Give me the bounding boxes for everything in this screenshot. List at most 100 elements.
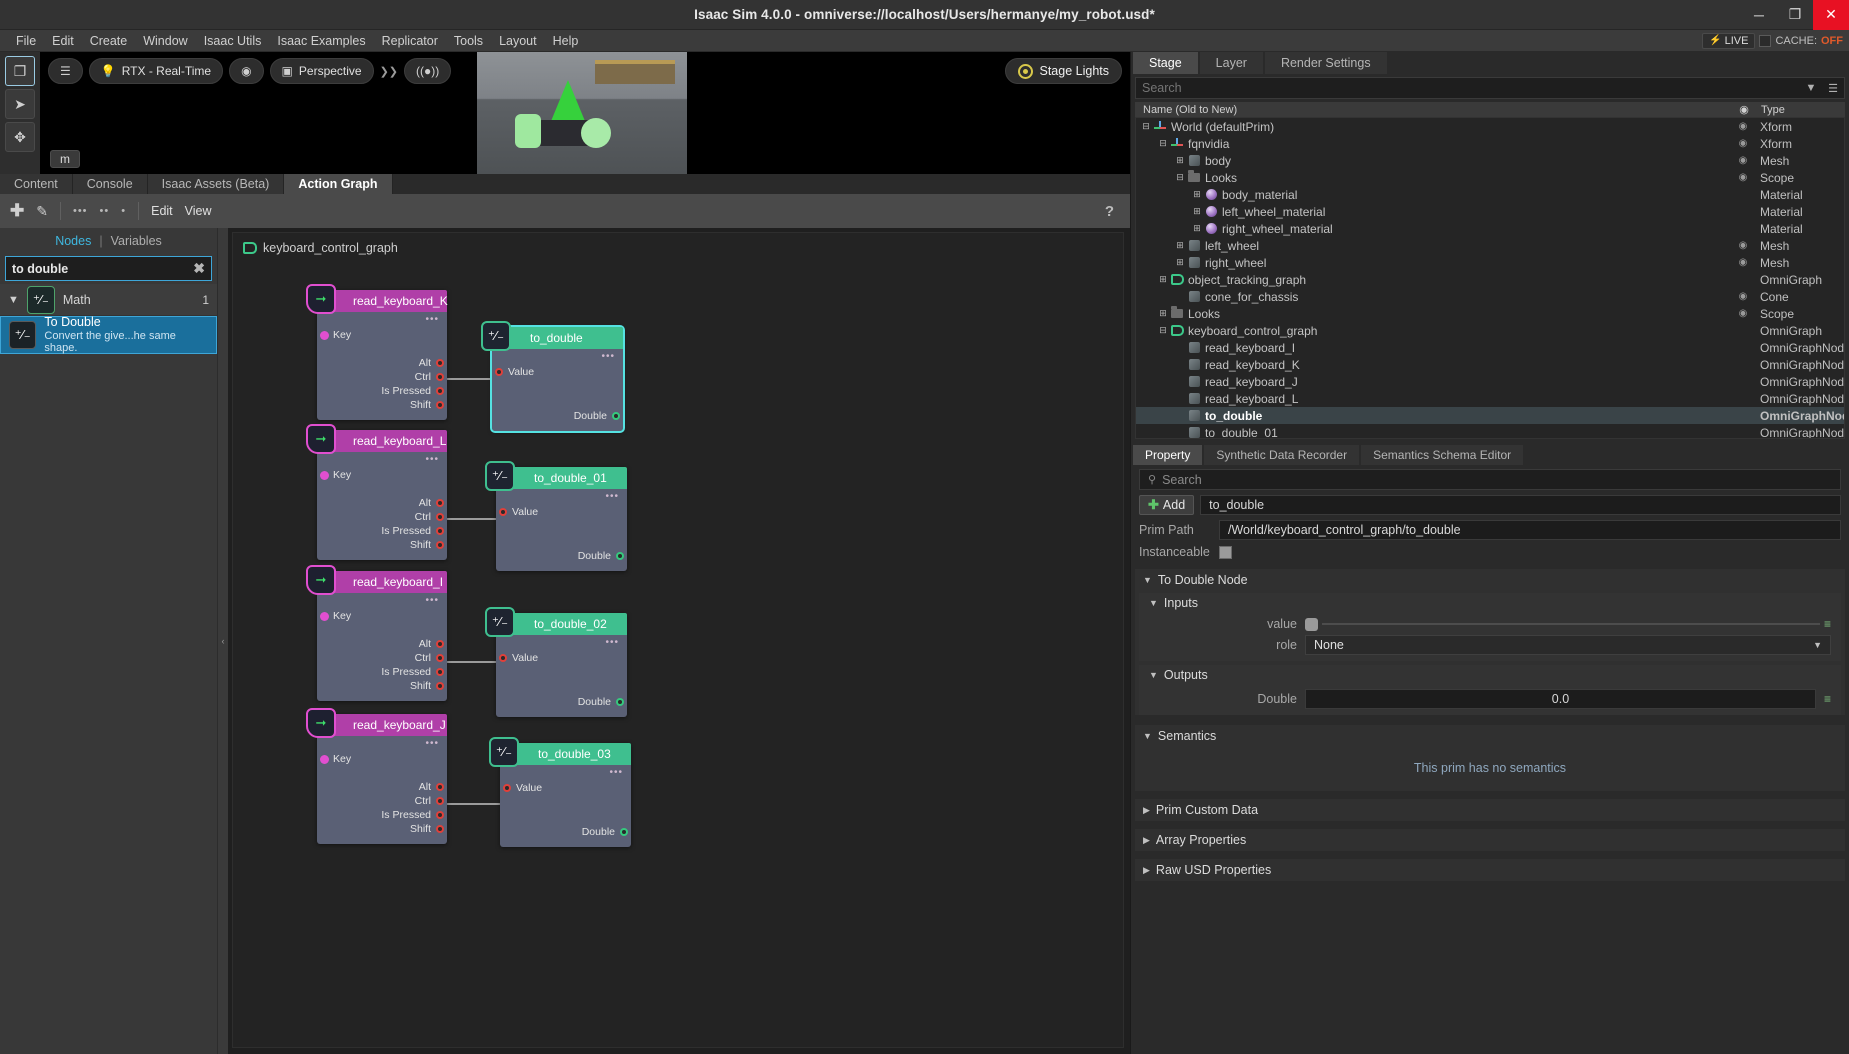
port-key[interactable]: Key [317, 752, 447, 766]
stage-tree-row[interactable]: ⊞ right_wheel_material Material [1136, 220, 1844, 237]
section-header-semantics[interactable]: ▼ Semantics [1135, 725, 1845, 747]
live-checkbox[interactable] [1759, 34, 1772, 47]
expander-toggle[interactable]: ⊟ [1157, 325, 1169, 336]
visibility-button[interactable]: ◉ [229, 58, 264, 84]
expander-toggle[interactable]: ⊟ [1157, 138, 1169, 149]
instanceable-checkbox[interactable] [1219, 545, 1232, 559]
section-raw-usd-properties[interactable]: ▶ Raw USD Properties [1135, 859, 1845, 881]
slider-knob[interactable] [1305, 617, 1318, 631]
graph-view-menu[interactable]: View [185, 204, 212, 218]
node-menu-dots-icon[interactable]: ••• [425, 595, 439, 606]
tab-content[interactable]: Content [0, 174, 73, 194]
node-read-keyboard-l[interactable]: ➞ read_keyboard_L ••• Key Alt Ctrl Is Pr… [306, 424, 447, 560]
node-menu-dots-icon[interactable]: ••• [425, 314, 439, 325]
expander-toggle[interactable]: ⊞ [1174, 155, 1186, 166]
input-role-dropdown[interactable]: None ▼ [1305, 635, 1831, 655]
tab-synthetic-data-recorder[interactable]: Synthetic Data Recorder [1204, 445, 1360, 465]
subsection-header-outputs[interactable]: ▼ Outputs [1139, 665, 1841, 685]
node-read-keyboard-j[interactable]: ➞ read_keyboard_J ••• Key Alt Ctrl Is Pr… [306, 708, 447, 844]
move-tool-icon[interactable]: ➤ [5, 89, 35, 119]
viewport-settings-button[interactable]: ☰ [48, 58, 83, 84]
select-tool-icon[interactable]: ❐ [5, 56, 35, 86]
port-key[interactable]: Key [317, 468, 447, 482]
node-to-double-02[interactable]: ⁺∕₋ to_double_02 ••• Value Double [485, 607, 627, 717]
menu-layout[interactable]: Layout [491, 30, 545, 52]
port-shift[interactable]: Shift [317, 822, 447, 836]
visibility-toggle-icon[interactable]: ◉ [1732, 257, 1754, 268]
menu-isaac-utils[interactable]: Isaac Utils [196, 30, 270, 52]
port-ctrl[interactable]: Ctrl [317, 370, 447, 384]
graph-edit-menu[interactable]: Edit [151, 204, 173, 218]
port-double[interactable]: Double [492, 409, 623, 423]
node-search-input[interactable] [12, 261, 194, 276]
port-shift[interactable]: Shift [317, 538, 447, 552]
help-icon[interactable]: ? [1105, 203, 1114, 220]
port-value[interactable]: Value [496, 651, 627, 665]
menu-edit[interactable]: Edit [44, 30, 82, 52]
menu-window[interactable]: Window [135, 30, 195, 52]
add-property-button[interactable]: ✚ Add [1139, 495, 1195, 515]
node-to-double[interactable]: ⁺∕₋ to_double ••• Value Double [481, 321, 625, 433]
tab-semantics-schema-editor[interactable]: Semantics Schema Editor [1361, 445, 1524, 465]
stage-tree-row[interactable]: ⊟ World (defaultPrim) ◉ Xform [1136, 118, 1844, 135]
port-is-pressed[interactable]: Is Pressed [317, 808, 447, 822]
menu-file[interactable]: File [8, 30, 44, 52]
transform-tool-icon[interactable]: ✥ [5, 122, 35, 152]
port-value[interactable]: Value [492, 365, 623, 379]
port-alt[interactable]: Alt [317, 637, 447, 651]
input-value-slider[interactable]: ≡ [1305, 617, 1831, 631]
port-is-pressed[interactable]: Is Pressed [317, 665, 447, 679]
panel-collapse-handle[interactable]: ‹ [218, 228, 228, 1054]
column-name-header[interactable]: Name (Old to New) [1135, 104, 1733, 116]
menu-create[interactable]: Create [82, 30, 136, 52]
output-double-value[interactable]: 0.0 [1305, 689, 1816, 709]
column-type-header[interactable]: Type [1755, 104, 1845, 116]
port-alt[interactable]: Alt [317, 496, 447, 510]
visibility-toggle-icon[interactable]: ◉ [1732, 155, 1754, 166]
port-shift[interactable]: Shift [317, 398, 447, 412]
stage-tree-row[interactable]: to_double OmniGraphNode [1136, 407, 1844, 424]
menu-dots-3-icon[interactable]: • [121, 205, 126, 217]
menu-dots-1-icon[interactable]: ••• [73, 205, 88, 217]
stage-tree-row[interactable]: ⊟ Looks ◉ Scope [1136, 169, 1844, 186]
stage-search-field[interactable]: ▼ ☰ [1135, 77, 1845, 99]
node-to-double-01[interactable]: ⁺∕₋ to_double_01 ••• Value Double [485, 461, 627, 571]
stage-tree-row[interactable]: read_keyboard_K OmniGraphNode [1136, 356, 1844, 373]
node-read-keyboard-k[interactable]: ➞ read_keyboard_K ••• Key Alt Ctrl Is Pr… [306, 284, 448, 420]
stage-tree-row[interactable]: ⊞ Looks ◉ Scope [1136, 305, 1844, 322]
menu-isaac-examples[interactable]: Isaac Examples [269, 30, 373, 52]
stage-tree-row[interactable]: ⊞ left_wheel ◉ Mesh [1136, 237, 1844, 254]
port-alt[interactable]: Alt [317, 356, 447, 370]
prim-path-field[interactable]: /World/keyboard_control_graph/to_double [1219, 520, 1841, 540]
slider-track[interactable] [1322, 623, 1820, 625]
stage-tree-row[interactable]: ⊞ right_wheel ◉ Mesh [1136, 254, 1844, 271]
tab-variables[interactable]: Variables [111, 234, 162, 248]
stage-tree-row[interactable]: cone_for_chassis ◉ Cone [1136, 288, 1844, 305]
prim-name-field[interactable]: to_double [1200, 495, 1841, 515]
port-is-pressed[interactable]: Is Pressed [317, 524, 447, 538]
filter-icon[interactable]: ▼ [1800, 78, 1822, 98]
stage-tree-row[interactable]: read_keyboard_J OmniGraphNode [1136, 373, 1844, 390]
tab-stage[interactable]: Stage [1133, 52, 1198, 74]
tab-isaac-assets[interactable]: Isaac Assets (Beta) [147, 174, 285, 194]
stage-tree-row[interactable]: ⊟ fqnvidia ◉ Xform [1136, 135, 1844, 152]
visibility-toggle-icon[interactable]: ◉ [1732, 308, 1754, 319]
graph-canvas[interactable]: keyboard_control_graph ➞ read_keyboard_K… [228, 228, 1130, 1054]
tab-property[interactable]: Property [1133, 445, 1203, 465]
stage-tree-row[interactable]: ⊟ keyboard_control_graph OmniGraph [1136, 322, 1844, 339]
expander-toggle[interactable]: ⊞ [1174, 257, 1186, 268]
property-search-field[interactable]: ⚲ Search [1139, 469, 1841, 490]
stage-tree-row[interactable]: ⊞ body ◉ Mesh [1136, 152, 1844, 169]
stage-tree-row[interactable]: ⊞ object_tracking_graph OmniGraph [1136, 271, 1844, 288]
audio-button[interactable]: ((●)) [404, 58, 452, 84]
clear-search-icon[interactable]: ✖ [193, 260, 205, 277]
viewport-stage[interactable]: ☰ 💡 RTX - Real-Time ◉ ▣ Perspective ❯❯ (… [40, 52, 1130, 174]
port-alt[interactable]: Alt [317, 780, 447, 794]
tab-nodes[interactable]: Nodes [55, 234, 91, 248]
node-category-math[interactable]: ▼ ⁺⁄₋ Math 1 [0, 284, 217, 316]
menu-dots-2-icon[interactable]: •• [100, 205, 110, 217]
menu-tools[interactable]: Tools [446, 30, 491, 52]
edit-pencil-icon[interactable]: ✎ [36, 203, 48, 220]
expander-toggle[interactable]: ⊞ [1174, 240, 1186, 251]
close-button[interactable]: ✕ [1813, 0, 1849, 30]
